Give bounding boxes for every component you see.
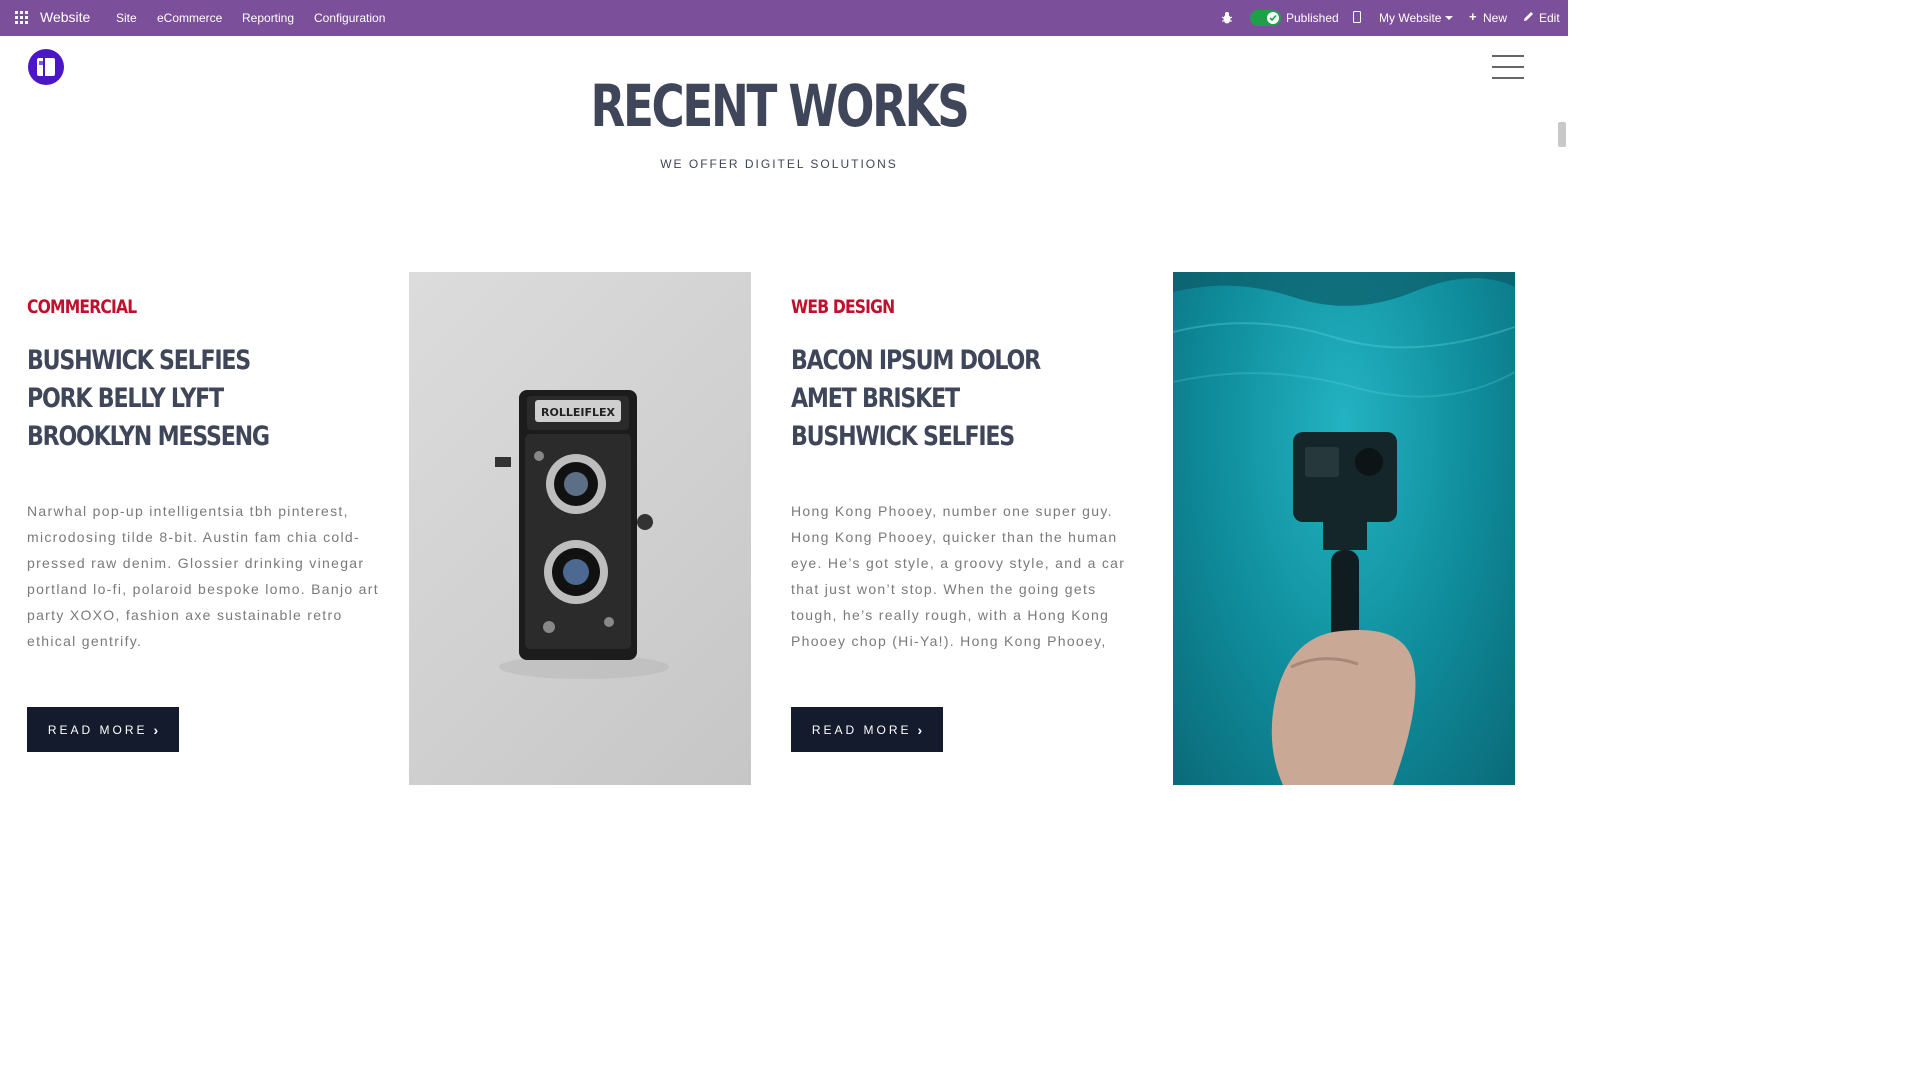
read-more-button[interactable]: READ MORE › (27, 707, 179, 752)
underwater-camera-image (1173, 272, 1515, 785)
toggle-knob (1267, 12, 1279, 24)
menu-site[interactable]: Site (116, 11, 137, 25)
heading-line: BUSHWICK SELFIES (27, 345, 251, 376)
menu-reporting[interactable]: Reporting (242, 11, 294, 25)
camera-photo: ROLLEIFLEX (409, 272, 751, 785)
hamburger-menu-icon[interactable] (1492, 54, 1524, 80)
heading-line: PORK BELLY LYFT (27, 383, 224, 414)
work-category: COMMERCIAL (27, 296, 137, 318)
read-more-label: READ MORE (47, 722, 148, 737)
pencil-icon[interactable] (1523, 11, 1534, 22)
work-description: Hong Kong Phooey, number one super guy. … (791, 503, 1126, 649)
work-heading: BACON IPSUM DOLOR AMET BRISKET BUSHWICK … (791, 342, 1041, 456)
heading-line: BUSHWICK SELFIES (791, 421, 1015, 452)
section-subtitle: WE OFFER DIGITEL SOLUTIONS (660, 157, 898, 171)
read-more-label: READ MORE (811, 722, 912, 737)
edit-button[interactable]: Edit (1539, 11, 1560, 25)
chevron-right-icon: › (917, 721, 923, 738)
published-label[interactable]: Published (1286, 11, 1339, 25)
check-icon (1269, 14, 1277, 22)
underwater-photo (1173, 272, 1515, 785)
work-heading: BUSHWICK SELFIES PORK BELLY LYFT BROOKLY… (27, 342, 270, 456)
chevron-down-icon[interactable] (1445, 16, 1453, 20)
read-more-button[interactable]: READ MORE › (791, 707, 943, 752)
heading-line: AMET BRISKET (791, 383, 960, 414)
app-brand[interactable]: Website (40, 9, 90, 25)
heading-line: BACON IPSUM DOLOR (791, 345, 1041, 376)
vintage-camera-image: ROLLEIFLEX (495, 390, 669, 679)
menu-configuration[interactable]: Configuration (314, 11, 385, 25)
plus-icon[interactable]: + (1469, 10, 1477, 23)
work-category: WEB DESIGN (791, 296, 895, 318)
new-button[interactable]: New (1483, 11, 1507, 25)
website-selector[interactable]: My Website (1379, 11, 1441, 25)
apps-grid-icon[interactable] (15, 11, 28, 24)
site-logo[interactable] (28, 49, 64, 85)
menu-ecommerce[interactable]: eCommerce (157, 11, 222, 25)
mobile-preview-icon[interactable] (1353, 11, 1361, 23)
camera-brand-text: ROLLEIFLEX (541, 406, 615, 419)
section-title: RECENT WORKS (590, 72, 969, 140)
work-description: Narwhal pop-up intelligentsia tbh pinter… (27, 503, 379, 649)
heading-line: BROOKLYN MESSENG (27, 421, 270, 452)
bug-icon[interactable] (1221, 11, 1233, 25)
admin-navbar: Website Site eCommerce Reporting Configu… (0, 0, 1568, 36)
logo-book-icon (37, 58, 55, 76)
chevron-right-icon: › (153, 721, 159, 738)
publish-toggle[interactable] (1250, 10, 1281, 26)
page-scrollbar[interactable] (1558, 122, 1566, 147)
